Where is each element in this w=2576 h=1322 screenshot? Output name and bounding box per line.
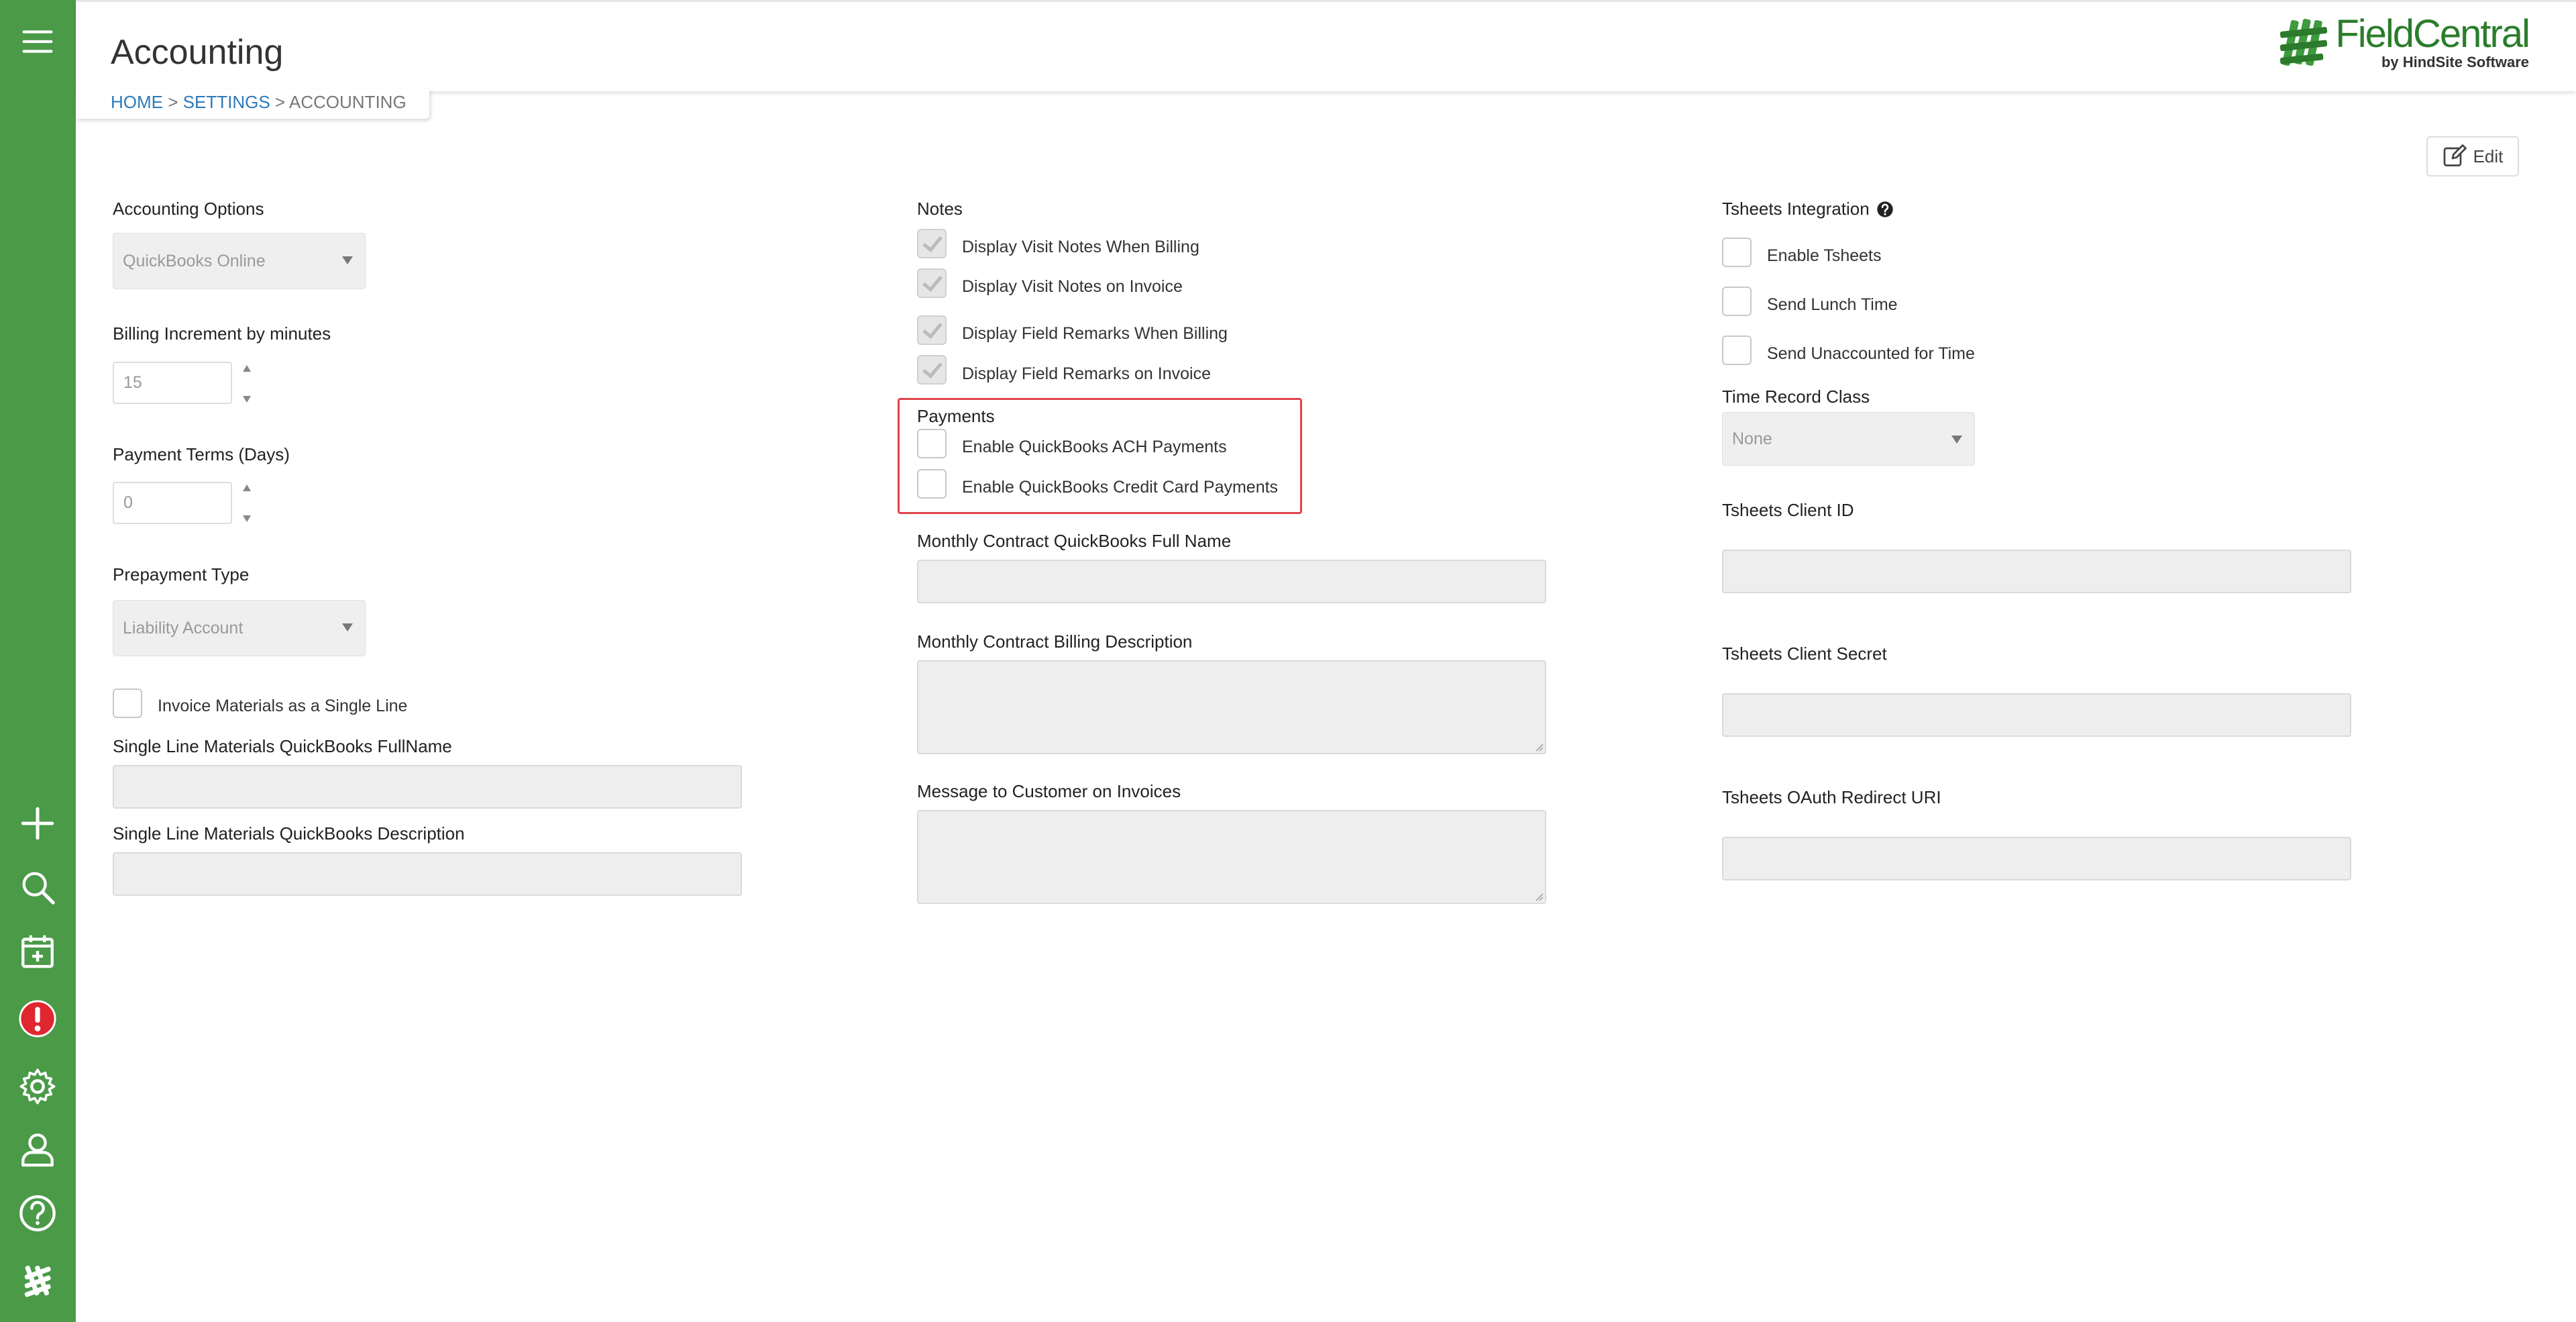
breadcrumb-sep: > [274, 92, 286, 112]
chevron-down-icon [342, 623, 353, 631]
plus-icon[interactable] [17, 803, 58, 844]
chevron-down-icon [342, 256, 353, 264]
send-lunch-time-checkbox[interactable] [1722, 287, 1752, 316]
breadcrumb-settings[interactable]: SETTINGS [183, 92, 270, 112]
invoice-single-line-checkbox[interactable] [113, 689, 142, 718]
edit-label: Edit [2473, 146, 2504, 166]
notes-checkbox-visit-invoice[interactable] [917, 268, 947, 298]
resize-handle-icon[interactable] [1534, 742, 1544, 752]
calendar-add-icon[interactable] [17, 931, 58, 971]
alert-icon[interactable] [17, 999, 58, 1039]
notes-checkbox-remarks-invoice[interactable] [917, 355, 947, 385]
prepayment-type-select[interactable]: Liability Account [113, 600, 366, 656]
credit-card-payments-label: Enable QuickBooks Credit Card Payments [962, 478, 1279, 497]
breadcrumb-home[interactable]: HOME [111, 92, 163, 112]
ach-payments-label: Enable QuickBooks ACH Payments [962, 438, 1227, 456]
accounting-options-value: QuickBooks Online [123, 251, 266, 270]
notes-checkbox-remarks-billing[interactable] [917, 315, 947, 345]
message-label: Message to Customer on Invoices [917, 781, 1181, 801]
notes-label-visit-invoice: Display Visit Notes on Invoice [962, 277, 1183, 296]
user-icon[interactable] [17, 1129, 58, 1170]
stepper-down-icon[interactable] [243, 396, 251, 403]
send-unaccounted-time-label: Send Unaccounted for Time [1767, 344, 1975, 363]
payment-terms-input[interactable]: 0 [113, 482, 232, 524]
payment-terms-label: Payment Terms (Days) [113, 444, 290, 464]
time-record-class-value: None [1732, 429, 1772, 448]
app-name: FieldCentral [2335, 12, 2530, 56]
help-icon[interactable] [17, 1193, 58, 1233]
monthly-billing-desc-label: Monthly Contract Billing Description [917, 631, 1193, 652]
notes-label-remarks-billing: Display Field Remarks When Billing [962, 324, 1228, 343]
breadcrumb-sep: > [168, 92, 178, 112]
single-line-description-label: Single Line Materials QuickBooks Descrip… [113, 823, 465, 844]
stepper-down-icon[interactable] [243, 515, 251, 522]
ach-payments-checkbox[interactable] [917, 429, 947, 458]
time-record-class-select[interactable]: None [1722, 412, 1975, 466]
billing-increment-label: Billing Increment by minutes [113, 323, 331, 344]
tsheets-client-secret-label: Tsheets Client Secret [1722, 644, 1887, 664]
page-title: Accounting [111, 33, 284, 72]
payment-terms-stepper[interactable] [233, 485, 260, 522]
app-tagline: by HindSite Software [2381, 54, 2529, 70]
help-icon[interactable] [1876, 201, 1894, 218]
billing-increment-value: 15 [123, 373, 142, 392]
resize-handle-icon[interactable] [1534, 892, 1544, 901]
single-line-fullname-label: Single Line Materials QuickBooks FullNam… [113, 736, 452, 756]
chevron-down-icon [1951, 436, 1962, 444]
top-header [76, 0, 2576, 91]
monthly-fullname-label: Monthly Contract QuickBooks Full Name [917, 531, 1232, 551]
monthly-billing-desc-textarea[interactable] [917, 660, 1546, 754]
gear-icon[interactable] [17, 1066, 58, 1107]
breadcrumb: HOME > SETTINGS > ACCOUNTING [111, 92, 407, 113]
billing-increment-input[interactable]: 15 [113, 362, 232, 404]
menu-icon[interactable] [17, 21, 58, 62]
payment-terms-value: 0 [123, 493, 133, 512]
edit-button[interactable]: Edit [2426, 136, 2519, 176]
single-line-fullname-input[interactable] [113, 765, 742, 809]
single-line-description-input[interactable] [113, 852, 742, 896]
sidebar [0, 0, 76, 1322]
prepayment-type-label: Prepayment Type [113, 564, 250, 584]
message-textarea[interactable] [917, 810, 1546, 904]
enable-tsheets-checkbox[interactable] [1722, 238, 1752, 267]
monthly-fullname-input[interactable] [917, 560, 1546, 603]
notes-label-remarks-invoice: Display Field Remarks on Invoice [962, 364, 1211, 383]
breadcrumb-current: ACCOUNTING [288, 92, 407, 112]
prepayment-type-value: Liability Account [123, 618, 244, 638]
send-lunch-time-label: Send Lunch Time [1767, 295, 1898, 314]
tsheets-integration-header: Tsheets Integration [1722, 199, 1894, 219]
enable-tsheets-label: Enable Tsheets [1767, 246, 1882, 265]
tsheets-integration-label: Tsheets Integration [1722, 199, 1870, 219]
fieldcentral-logo-icon [2280, 18, 2328, 66]
stepper-up-icon[interactable] [243, 365, 251, 372]
app-logo[interactable]: FieldCentral by HindSite Software [2277, 12, 2530, 70]
tsheets-client-id-input[interactable] [1722, 550, 2351, 593]
credit-card-payments-checkbox[interactable] [917, 469, 947, 499]
notes-checkbox-visit-billing[interactable] [917, 229, 947, 258]
accounting-options-label: Accounting Options [113, 199, 264, 219]
tsheets-oauth-input[interactable] [1722, 837, 2351, 880]
time-record-class-label: Time Record Class [1722, 387, 1870, 407]
billing-increment-stepper[interactable] [233, 365, 260, 403]
notes-label-visit-billing: Display Visit Notes When Billing [962, 238, 1199, 256]
accounting-options-select[interactable]: QuickBooks Online [113, 233, 366, 289]
payments-label: Payments [917, 406, 995, 426]
notes-label: Notes [917, 199, 963, 219]
tsheets-client-secret-input[interactable] [1722, 693, 2351, 737]
logo-icon[interactable] [17, 1260, 58, 1301]
stepper-up-icon[interactable] [243, 485, 251, 491]
tsheets-client-id-label: Tsheets Client ID [1722, 500, 1854, 520]
send-unaccounted-time-checkbox[interactable] [1722, 336, 1752, 365]
tsheets-oauth-label: Tsheets OAuth Redirect URI [1722, 787, 1941, 807]
invoice-single-line-label: Invoice Materials as a Single Line [158, 697, 408, 715]
edit-icon [2443, 144, 2467, 166]
search-icon[interactable] [17, 867, 58, 907]
